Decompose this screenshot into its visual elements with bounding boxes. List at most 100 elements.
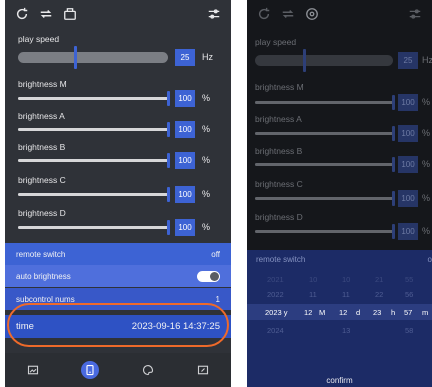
brightness-a-thumb[interactable] [167, 122, 170, 137]
brightness-d-thumb[interactable] [167, 220, 170, 235]
play-speed-value[interactable]: 25 [398, 52, 418, 69]
brightness-c-slider[interactable] [255, 191, 395, 206]
auto-brightness-toggle[interactable] [197, 270, 220, 282]
brightness-m-slider[interactable] [255, 95, 395, 110]
image-icon[interactable] [26, 363, 40, 377]
play-speed-label: play speed [255, 37, 297, 47]
brightness-m-label: brightness M [18, 79, 67, 89]
right-phone-screen: play speed 25 Hz brightness M 100 % brig… [247, 0, 432, 387]
play-speed-slider[interactable] [255, 49, 393, 72]
year-option[interactable]: 2021 [267, 275, 284, 284]
brightness-d-slider[interactable] [18, 220, 170, 235]
brightness-d-value[interactable]: 100 [398, 223, 418, 240]
year-selected[interactable]: 2023 y [265, 308, 288, 317]
brightness-m-value[interactable]: 100 [175, 90, 195, 107]
remote-switch-label: remote switch [256, 255, 306, 264]
minute-selected[interactable]: 57 [404, 308, 412, 317]
remote-switch-value: o [427, 255, 432, 264]
month-option[interactable]: 11 [309, 290, 317, 299]
brightness-b-value[interactable]: 100 [175, 152, 195, 169]
brightness-c-value[interactable]: 100 [398, 190, 418, 207]
bottom-nav [5, 353, 231, 387]
year-option[interactable]: 2022 [267, 290, 284, 299]
brightness-m-thumb[interactable] [167, 91, 170, 106]
brightness-a-unit: % [422, 128, 431, 138]
brightness-a-value[interactable]: 100 [175, 121, 195, 138]
brightness-b-unit: % [422, 159, 431, 169]
hour-option[interactable]: 22 [375, 290, 383, 299]
brightness-d-thumb[interactable] [392, 224, 395, 239]
hour-option[interactable]: 21 [375, 275, 383, 284]
brightness-d-slider[interactable] [255, 224, 395, 239]
hour-selected[interactable]: 23 [373, 308, 381, 317]
play-speed-thumb[interactable] [303, 49, 306, 72]
brightness-a-unit: % [202, 124, 211, 134]
random-icon[interactable] [305, 7, 319, 21]
brightness-a-label: brightness A [255, 114, 302, 124]
brightness-b-thumb[interactable] [167, 153, 170, 168]
month-unit: M [319, 308, 326, 317]
day-option[interactable]: 13 [342, 326, 350, 335]
confirm-button[interactable]: confirm [247, 376, 432, 385]
refresh-icon[interactable] [15, 7, 29, 21]
hour-unit: h [391, 308, 396, 317]
brightness-m-slider[interactable] [18, 91, 170, 106]
brightness-c-slider[interactable] [18, 187, 170, 202]
subcontrol-nums-value: 1 [215, 294, 220, 304]
loop-icon[interactable] [281, 7, 295, 21]
brightness-m-unit: % [202, 93, 211, 103]
auto-brightness-label: auto brightness [16, 271, 71, 281]
top-toolbar [247, 0, 432, 28]
brightness-c-value[interactable]: 100 [175, 186, 195, 203]
month-selected[interactable]: 12 [304, 308, 312, 317]
brightness-a-slider[interactable] [18, 122, 170, 137]
brightness-d-value[interactable]: 100 [175, 219, 195, 236]
brightness-b-slider[interactable] [18, 153, 170, 168]
minute-option[interactable]: 56 [405, 290, 413, 299]
month-option[interactable]: 10 [309, 275, 317, 284]
play-speed-unit: Hz [202, 52, 213, 62]
play-speed-label: play speed [18, 34, 60, 44]
brightness-a-label: brightness A [18, 111, 65, 121]
brightness-b-label: brightness B [18, 142, 66, 152]
folder-icon[interactable] [63, 7, 77, 21]
brightness-a-thumb[interactable] [392, 126, 395, 141]
brightness-b-thumb[interactable] [392, 157, 395, 172]
brightness-c-unit: % [422, 193, 431, 203]
device-icon[interactable] [81, 361, 100, 379]
play-speed-unit: Hz [422, 55, 432, 65]
brightness-c-label: brightness C [18, 175, 66, 185]
settings-sliders-icon[interactable] [408, 7, 422, 21]
remote-switch-value: off [211, 249, 220, 259]
brightness-m-value[interactable]: 100 [398, 94, 418, 111]
remote-switch-row[interactable]: remote switch off [5, 243, 231, 265]
day-selected[interactable]: 12 [339, 308, 347, 317]
brightness-a-slider[interactable] [255, 126, 395, 141]
highlight-oval [7, 303, 229, 347]
settings-sliders-icon[interactable] [207, 7, 221, 21]
edit-icon[interactable] [196, 363, 210, 377]
brightness-c-thumb[interactable] [167, 187, 170, 202]
brightness-c-thumb[interactable] [392, 191, 395, 206]
day-option[interactable]: 11 [342, 290, 350, 299]
day-unit: d [356, 308, 361, 317]
loop-icon[interactable] [39, 7, 53, 21]
play-speed-slider[interactable] [18, 46, 168, 69]
day-option[interactable]: 10 [342, 275, 350, 284]
palette-icon[interactable] [141, 363, 155, 377]
brightness-d-unit: % [202, 222, 211, 232]
minute-option[interactable]: 58 [405, 326, 413, 335]
remote-switch-label: remote switch [16, 249, 66, 259]
brightness-b-label: brightness B [255, 146, 303, 156]
play-speed-thumb[interactable] [74, 46, 77, 69]
brightness-a-value[interactable]: 100 [398, 125, 418, 142]
refresh-icon[interactable] [257, 7, 271, 21]
brightness-b-value[interactable]: 100 [398, 156, 418, 173]
minute-option[interactable]: 55 [405, 275, 413, 284]
year-option[interactable]: 2024 [267, 326, 284, 335]
brightness-m-label: brightness M [255, 82, 304, 92]
brightness-c-label: brightness C [255, 179, 303, 189]
play-speed-value[interactable]: 25 [175, 49, 195, 66]
brightness-m-thumb[interactable] [392, 95, 395, 110]
brightness-b-slider[interactable] [255, 157, 395, 172]
